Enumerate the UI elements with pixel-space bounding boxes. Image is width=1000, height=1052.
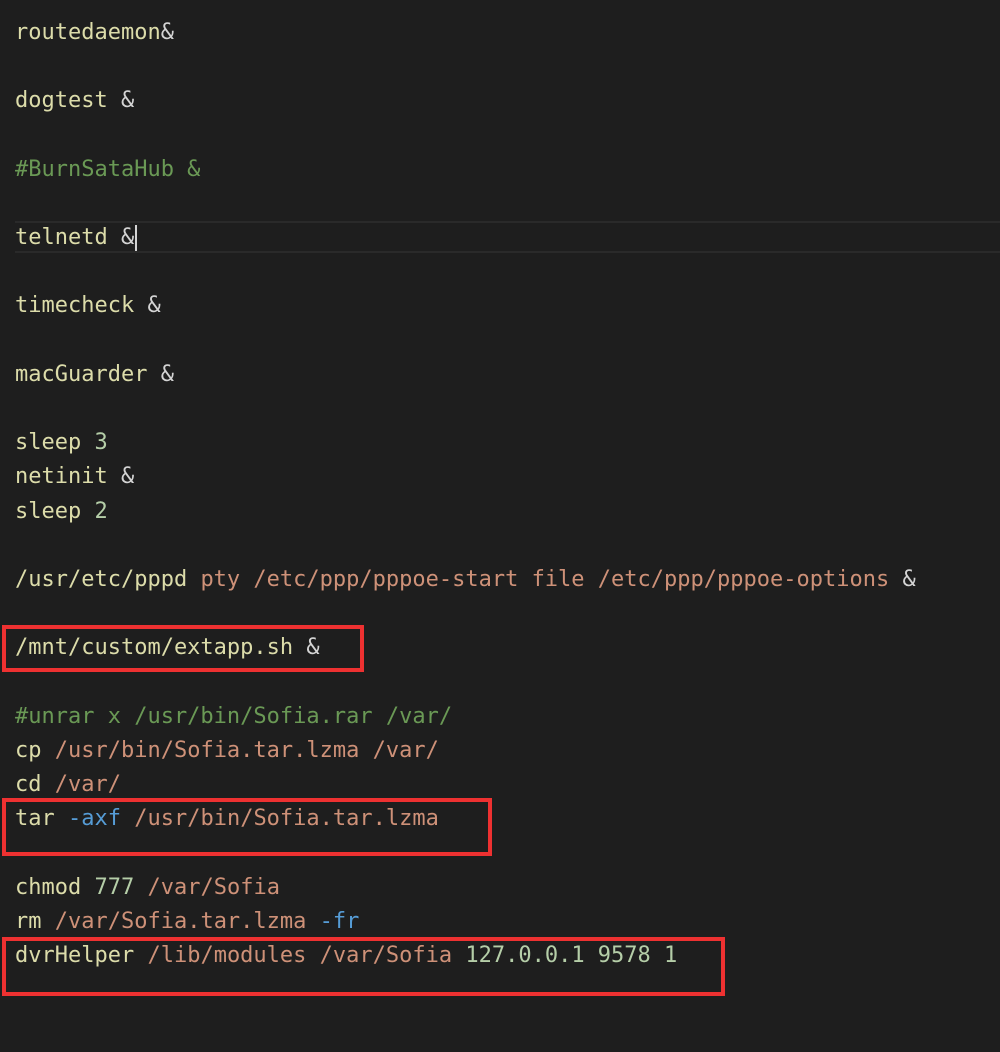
command-token: rm — [15, 909, 42, 934]
command-token: cd — [15, 772, 42, 797]
code-line-sleep-2[interactable]: sleep 2 — [15, 495, 108, 529]
operator-token: & — [160, 20, 174, 45]
code-line-cd[interactable]: cd /var/ — [15, 768, 121, 802]
argument-token: /usr/bin/Sofia.tar.lzma /var/ — [54, 738, 439, 763]
argument-token: /var/Sofia.tar.lzma — [54, 909, 307, 934]
argument-token: /var/Sofia — [147, 875, 280, 900]
command-token: chmod — [15, 875, 82, 900]
code-line-pppd[interactable]: /usr/etc/pppd pty /etc/ppp/pppoe-start f… — [15, 563, 916, 597]
operator-token: & — [160, 362, 174, 387]
operator-token: & — [120, 225, 135, 250]
argument-token: pty /etc/ppp/pppoe-start file /etc/ppp/p… — [200, 567, 890, 592]
operator-token: & — [147, 293, 161, 318]
current-line-highlight — [15, 221, 1000, 253]
operator-token: & — [120, 88, 135, 113]
code-line-rm[interactable]: rm /var/Sofia.tar.lzma -fr — [15, 905, 359, 939]
operator-token: & — [902, 567, 916, 592]
command-token: sleep — [15, 430, 82, 455]
code-line-unrar[interactable]: #unrar x /usr/bin/Sofia.rar /var/ — [15, 700, 452, 734]
highlight-box-extapp — [2, 625, 364, 672]
number-token: 2 — [94, 499, 108, 524]
command-token: sleep — [15, 499, 82, 524]
command-token: /usr/etc/pppd — [15, 567, 188, 592]
number-token: 3 — [94, 430, 108, 455]
code-line-dogtest[interactable]: dogtest & — [15, 84, 134, 118]
operator-token: & — [120, 464, 135, 489]
code-line-sleep-3[interactable]: sleep 3 — [15, 426, 108, 460]
number-token: 777 — [94, 875, 135, 900]
code-line-telnetd[interactable]: telnetd & — [15, 221, 138, 255]
argument-token: /var/ — [54, 772, 121, 797]
command-token: routedaemon — [15, 20, 161, 45]
text-cursor — [135, 225, 138, 251]
code-line-netinit[interactable]: netinit & — [15, 460, 134, 494]
command-token: macGuarder — [15, 362, 148, 387]
code-line-chmod[interactable]: chmod 777 /var/Sofia — [15, 871, 280, 905]
code-line-cp[interactable]: cp /usr/bin/Sofia.tar.lzma /var/ — [15, 734, 439, 768]
code-line-routedaemon[interactable]: routedaemon& — [15, 16, 174, 50]
comment-token: #BurnSataHub & — [15, 157, 201, 182]
code-line-timecheck[interactable]: timecheck & — [15, 289, 161, 323]
command-token: timecheck — [15, 293, 135, 318]
code-editor[interactable]: routedaemon& dogtest & #BurnSataHub & te… — [0, 0, 1000, 1052]
command-token: telnetd — [15, 225, 108, 250]
flag-token: -fr — [319, 909, 360, 934]
code-line-macguarder[interactable]: macGuarder & — [15, 358, 174, 392]
highlight-box-dvrhelper — [2, 937, 725, 996]
comment-token: #unrar x /usr/bin/Sofia.rar /var/ — [15, 704, 453, 729]
highlight-box-tar — [2, 798, 492, 856]
command-token: netinit — [15, 464, 108, 489]
code-line-burnsatahub[interactable]: #BurnSataHub & — [15, 153, 200, 187]
command-token: cp — [15, 738, 42, 763]
command-token: dogtest — [15, 88, 108, 113]
